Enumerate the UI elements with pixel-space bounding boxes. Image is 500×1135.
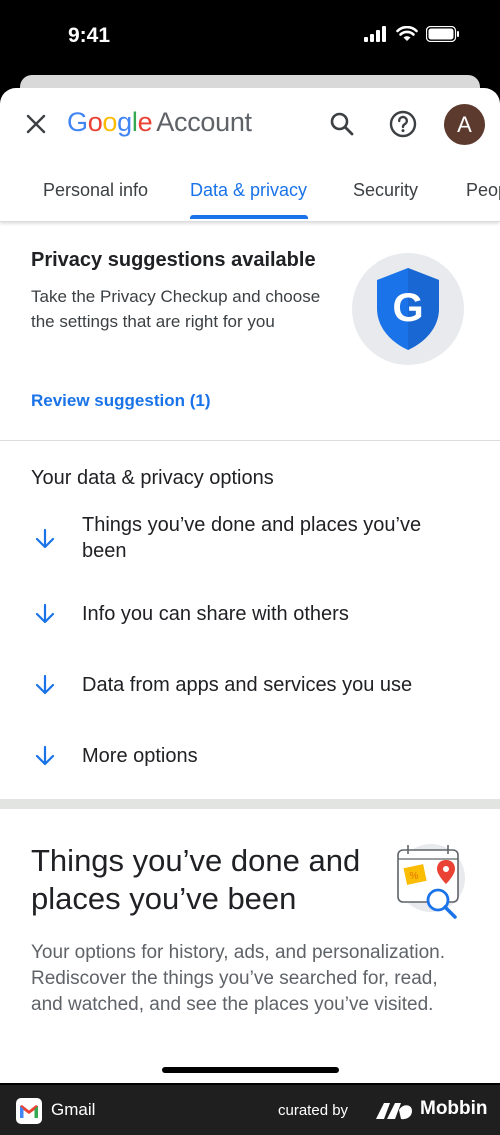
battery-icon <box>426 26 459 42</box>
tab-people[interactable]: People <box>466 180 500 201</box>
status-time: 9:41 <box>68 24 111 47</box>
mobbin-brand: Mobbin <box>420 1098 488 1119</box>
option-label: More options <box>82 745 198 767</box>
search-button[interactable] <box>326 108 358 140</box>
privacy-card-title: Privacy suggestions available <box>31 249 316 271</box>
header: Google Account A <box>0 88 500 160</box>
arrow-down-icon <box>35 674 55 695</box>
logo-letter: e <box>137 107 153 137</box>
account-sheet: Google Account A Personal info Data & pri… <box>0 88 500 1083</box>
section-divider <box>0 799 500 809</box>
home-indicator[interactable] <box>162 1067 339 1073</box>
tab-bar: Personal info Data & privacy Security Pe… <box>0 160 500 222</box>
option-label: Info you can share with others <box>82 603 349 625</box>
gmail-label: Gmail <box>51 1100 96 1119</box>
option-apps-data[interactable]: Data from apps and services you use <box>0 666 500 706</box>
review-suggestion-link[interactable]: Review suggestion (1) <box>31 391 210 411</box>
option-label: Things you’ve done and places you’ve bee… <box>82 514 422 562</box>
help-icon <box>389 110 417 138</box>
wifi-icon <box>396 26 418 41</box>
tab-security[interactable]: Security <box>353 180 418 201</box>
avatar[interactable]: A <box>444 104 485 145</box>
option-things-done[interactable]: Things you’ve done and places you’ve bee… <box>0 511 500 567</box>
active-tab-indicator <box>190 215 308 219</box>
arrow-down-icon <box>35 603 55 624</box>
logo-letter: o <box>87 107 103 137</box>
mobbin-logo-icon <box>376 1103 412 1120</box>
svg-text:%: % <box>410 871 419 882</box>
things-done-section: Things you’ve done and places you’ve bee… <box>0 809 500 1083</box>
status-icons <box>364 26 460 42</box>
tab-data-privacy[interactable]: Data & privacy <box>190 180 307 201</box>
option-more[interactable]: More options <box>0 737 500 777</box>
calendar-map-icon: % <box>397 844 465 919</box>
logo-letter: o <box>102 107 118 137</box>
privacy-suggestions-card: Privacy suggestions available Take the P… <box>0 222 500 441</box>
google-account-logo: Google Account <box>67 107 252 138</box>
things-section-title: Things you’ve done and places you’ve bee… <box>31 843 361 916</box>
privacy-card-description: Take the Privacy Checkup and choose the … <box>31 287 321 331</box>
tab-personal-info[interactable]: Personal info <box>43 180 148 201</box>
search-icon <box>330 112 354 136</box>
options-title: Your data & privacy options <box>31 467 274 489</box>
arrow-down-icon <box>35 528 55 549</box>
gmail-icon <box>20 1104 38 1118</box>
logo-letter: G <box>67 107 88 137</box>
shield-letter: G <box>392 286 423 330</box>
shield-icon: G <box>377 268 439 350</box>
close-button[interactable] <box>22 110 50 138</box>
status-bar: 9:41 <box>0 0 500 75</box>
privacy-shield-illustration: G <box>352 253 464 365</box>
calendar-map-illustration: % <box>393 842 465 922</box>
cellular-signal-icon <box>364 26 386 42</box>
help-button[interactable] <box>387 108 419 140</box>
logo-letter: g <box>117 107 132 137</box>
data-privacy-options: Your data & privacy options Things you’v… <box>0 441 500 799</box>
arrow-down-icon <box>35 745 55 766</box>
gmail-app-icon <box>16 1098 42 1124</box>
option-info-share[interactable]: Info you can share with others <box>0 595 500 635</box>
option-label: Data from apps and services you use <box>82 674 413 696</box>
mobbin-footer: Gmail curated by Mobbin <box>0 1085 500 1135</box>
logo-suffix: Account <box>156 107 252 137</box>
close-icon <box>26 114 46 134</box>
things-section-description: Your options for history, ads, and perso… <box>31 942 446 1015</box>
curated-by-label: curated by <box>278 1102 349 1119</box>
